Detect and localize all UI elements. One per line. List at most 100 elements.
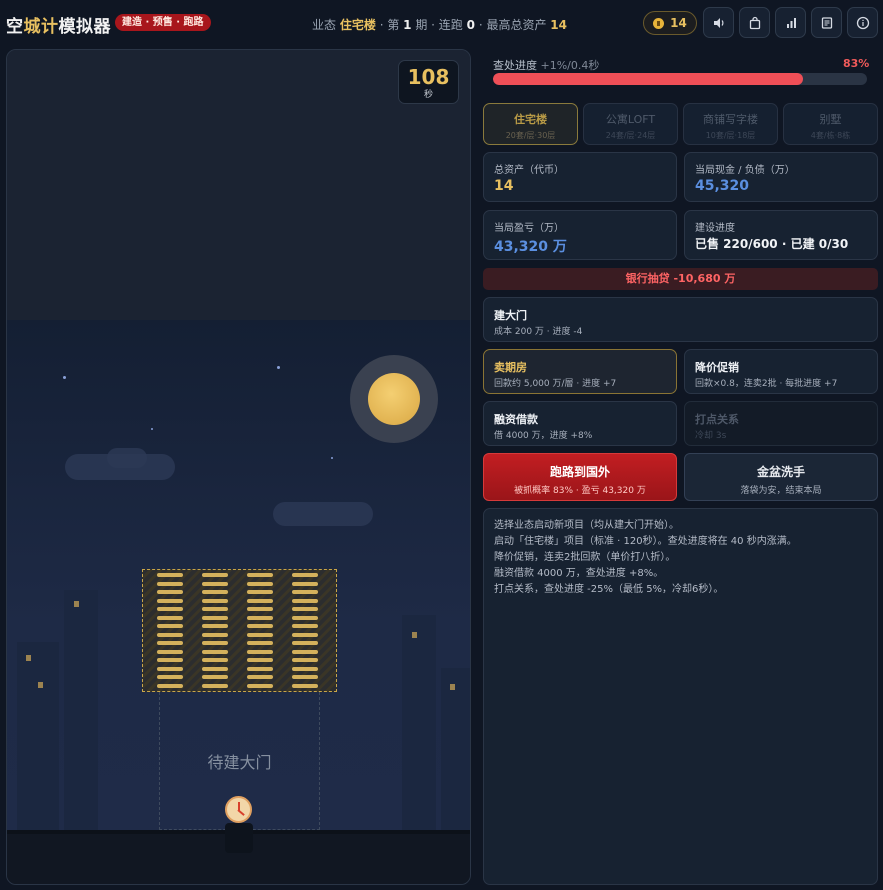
building-window (450, 684, 455, 690)
presell-button[interactable]: 卖期房 回款约 5,000 万/層 · 进度 +7 (483, 349, 677, 394)
floor-unit (202, 581, 228, 586)
info-button[interactable] (847, 7, 878, 38)
tab-villa[interactable]: 别墅 4套/栋·8栋 (783, 103, 878, 145)
log-button[interactable] (811, 7, 842, 38)
background-building (64, 590, 98, 832)
cash-value: 45,320 (695, 178, 750, 194)
floor-unit (292, 590, 318, 594)
coin-counter[interactable]: 14 (643, 11, 697, 35)
cloud (107, 448, 147, 468)
stats-button[interactable] (775, 7, 806, 38)
action-desc: 冷却 3s (695, 431, 727, 441)
building-window (38, 682, 43, 688)
floor-unit (202, 649, 228, 654)
floor-unit (202, 641, 228, 645)
tab-label: 别墅 (819, 113, 842, 126)
coin-count: 14 (670, 16, 687, 30)
cloud (273, 502, 373, 526)
action-title: 金盆洗手 (756, 465, 805, 479)
building-window (412, 632, 417, 638)
floor-unit (247, 649, 273, 654)
floor-unit (247, 598, 273, 603)
log-entry: 启动「住宅楼」项目（标准 · 120秒）。查处进度将在 40 秒内涨满。 (494, 536, 797, 547)
progress-label: 查处进度 (493, 59, 537, 72)
floor-unit (202, 624, 228, 628)
floor-unit (247, 666, 273, 671)
star (331, 457, 333, 459)
action-title: 跑路到国外 (549, 465, 610, 479)
building-window (26, 655, 31, 661)
investigation-progress-bar (493, 73, 867, 85)
action-title: 打点关系 (695, 413, 739, 426)
title-highlight: 城计 (23, 17, 59, 37)
profit-card: 当局盈亏（万） 43,320 万 (483, 210, 677, 260)
progress-percent: 83% (843, 57, 870, 70)
action-desc: 被抓概率 83% · 盈亏 43,320 万 (514, 486, 646, 496)
floor-unit (157, 590, 183, 594)
build-gate-button[interactable]: 建大门 成本 200 万 · 进度 -4 (483, 297, 878, 342)
floor-unit (157, 624, 183, 628)
action-title: 卖期房 (494, 361, 527, 374)
card-label: 当局盈亏（万） (494, 223, 564, 234)
floor-unit (292, 675, 318, 679)
tab-sub: 24套/层·24层 (605, 131, 656, 140)
star (151, 428, 153, 430)
total-assets-card: 总资产（代币） 14 (483, 152, 677, 202)
discount-button[interactable]: 降价促销 回款×0.8，连卖2批 · 每批进度 +7 (684, 349, 878, 394)
status-streak: 0 (466, 18, 475, 32)
coin-icon (653, 17, 665, 29)
floor-unit (247, 573, 273, 577)
floor-unit (292, 624, 318, 628)
bank-warning-banner: 银行抽贷 -10,680 万 (483, 268, 878, 290)
action-title: 建大门 (494, 309, 527, 322)
floor-unit (202, 607, 228, 611)
game-status: 业态 住宅楼 · 第 1 期 · 连跑 0 · 最高总资产 14 (312, 16, 567, 33)
tab-commercial[interactable]: 商铺写字楼 10套/层·18层 (683, 103, 778, 145)
cash-card: 当局现金 / 负债（万） 45,320 (684, 152, 878, 202)
moon (368, 373, 420, 425)
tab-sub: 4套/栋·8栋 (810, 131, 851, 140)
retire-button[interactable]: 金盆洗手 落袋为安，结束本局 (684, 453, 878, 501)
floor-unit (247, 675, 273, 679)
tab-sub: 10套/层·18层 (705, 131, 756, 140)
floor-unit (202, 598, 228, 603)
profit-value: 43,320 万 (494, 239, 567, 255)
floor-unit (247, 590, 273, 594)
investigation-progress-label: 查处进度 +1%/0.4秒 (493, 57, 599, 73)
tab-sub: 20套/层·30层 (505, 131, 556, 140)
floor-unit (247, 624, 273, 628)
bag-icon (749, 16, 760, 29)
floor-unit (247, 615, 273, 620)
progress-rate: +1%/0.4秒 (540, 59, 600, 72)
floor-unit (157, 658, 183, 662)
loan-button[interactable]: 融资借款 借 4000 万，进度 +8% (483, 401, 677, 446)
building-window (74, 601, 79, 607)
status-best: 14 (550, 18, 567, 32)
tab-loft[interactable]: 公寓LOFT 24套/层·24层 (583, 103, 678, 145)
action-desc: 借 4000 万，进度 +8% (494, 431, 593, 441)
build-progress-card: 建设进度 已售 220/600 · 已建 0/30 (684, 210, 878, 260)
floor-unit (202, 683, 228, 688)
floor-unit (157, 641, 183, 645)
star (63, 376, 66, 379)
floor-unit (202, 675, 228, 679)
building-under-construction (142, 569, 337, 692)
status-label: 业态 (312, 18, 337, 32)
flee-abroad-button[interactable]: 跑路到国外 被抓概率 83% · 盈亏 43,320 万 (483, 453, 677, 501)
title-part: 空 (6, 17, 24, 37)
floor-unit (202, 632, 228, 637)
app-title: 空城计模拟器 (6, 12, 111, 37)
bribe-button[interactable]: 打点关系 冷却 3s (684, 401, 878, 446)
tab-residential[interactable]: 住宅楼 20套/层·30层 (483, 103, 578, 145)
floor-unit (247, 632, 273, 637)
floor-unit (247, 581, 273, 586)
action-desc: 回款约 5,000 万/層 · 进度 +7 (494, 379, 617, 389)
log-entry: 降价促销，连卖2批回款（单价打八折）。 (494, 552, 676, 563)
floor-unit (157, 581, 183, 586)
clock-icon (225, 796, 252, 823)
background-building (402, 615, 436, 832)
sound-button[interactable] (703, 7, 734, 38)
status-label: · 最高总资产 (478, 18, 547, 32)
floor-unit (292, 581, 318, 586)
shop-button[interactable] (739, 7, 770, 38)
